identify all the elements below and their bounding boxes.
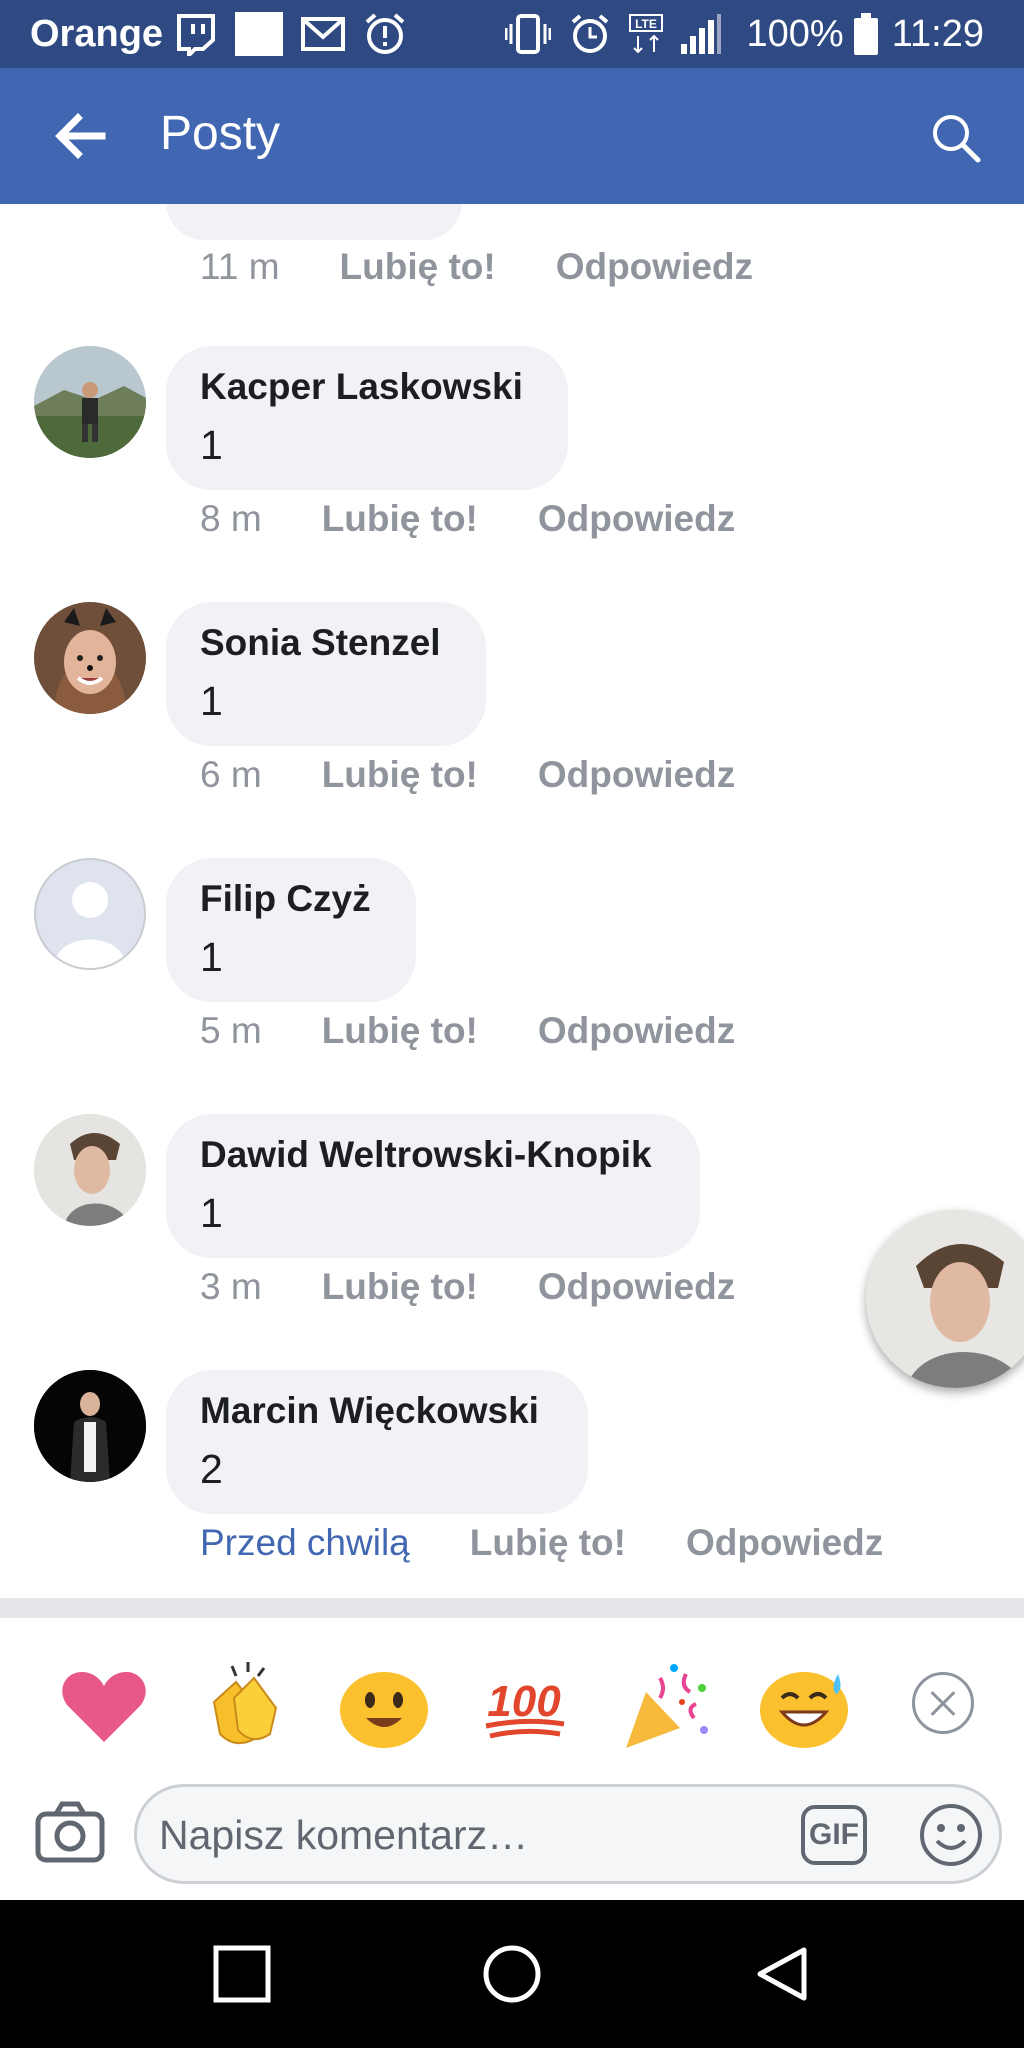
smiley-icon[interactable] <box>917 1801 985 1869</box>
like-button[interactable]: Lubię to! <box>470 1522 626 1564</box>
like-button[interactable]: Lubię to! <box>322 1010 478 1052</box>
comment-item: Dawid Weltrowski-Knopik 1 3 m Lubię to! … <box>0 1114 1024 1370</box>
avatar[interactable] <box>34 602 146 714</box>
comment-meta: 8 m Lubię to! Odpowiedz <box>200 498 735 540</box>
reply-button[interactable]: Odpowiedz <box>538 754 735 796</box>
white-square-icon <box>235 10 284 58</box>
twitch-icon <box>175 12 217 56</box>
comment-time: 6 m <box>200 754 262 795</box>
clapping-hands-emoji[interactable] <box>196 1658 292 1754</box>
reply-button[interactable]: Odpowiedz <box>538 1266 735 1308</box>
heart-emoji[interactable] <box>56 1658 152 1754</box>
recent-apps-button[interactable] <box>210 1942 274 2006</box>
comment-item: Marcin Więckowski 2 Przed chwilą Lubię t… <box>0 1370 1024 1598</box>
reply-button[interactable]: Odpowiedz <box>538 498 735 540</box>
search-icon[interactable] <box>930 112 982 164</box>
comment-item: Sonia Stenzel 1 6 m Lubię to! Odpowiedz <box>0 602 1024 858</box>
comments-list[interactable]: 11 m Lubię to! Odpowiedz Kacper Laskowsk… <box>0 204 1024 1598</box>
home-button[interactable] <box>480 1942 544 2006</box>
like-button[interactable]: Lubię to! <box>340 246 496 288</box>
comment-input-container: GIF <box>134 1784 1002 1884</box>
avatar[interactable] <box>34 858 146 970</box>
comment-text: 1 <box>200 1190 223 1236</box>
avatar[interactable] <box>34 1114 146 1226</box>
svg-text:100: 100 <box>487 1677 561 1726</box>
comment-bubble: Kacper Laskowski 1 <box>166 346 568 490</box>
comment-item: Kacper Laskowski 1 8 m Lubię to! Odpowie… <box>0 346 1024 602</box>
comment-author[interactable]: Marcin Więckowski <box>200 1390 539 1432</box>
party-popper-emoji[interactable] <box>616 1658 712 1754</box>
gmail-icon <box>301 17 346 51</box>
comment-input[interactable] <box>157 1801 721 1869</box>
like-button[interactable]: Lubię to! <box>322 754 478 796</box>
grinning-sweat-emoji[interactable] <box>756 1658 852 1754</box>
battery-percent: 100% <box>746 12 844 55</box>
signal-icon <box>680 14 721 54</box>
comment-meta: 6 m Lubię to! Odpowiedz <box>200 754 735 796</box>
lte-icon: LTE <box>628 14 663 54</box>
comment-author[interactable]: Dawid Weltrowski-Knopik <box>200 1134 652 1176</box>
vibrate-icon <box>504 14 551 54</box>
comment-text: 2 <box>200 1446 223 1492</box>
comment-text: 1 <box>200 678 223 724</box>
comment-time: 8 m <box>200 498 262 539</box>
carrier-name: Orange <box>30 12 164 55</box>
alarm-warning-icon <box>363 12 407 56</box>
comment-time: 11 m <box>200 246 280 287</box>
comment-meta-partial: 11 m Lubię to! Odpowiedz <box>200 246 753 288</box>
status-bar: Orange LTE 100% 11:29 <box>0 0 1024 68</box>
comment-author[interactable]: Filip Czyż <box>200 878 371 920</box>
smiling-face-emoji[interactable] <box>336 1658 432 1754</box>
gif-button[interactable]: GIF <box>801 1805 867 1865</box>
avatar[interactable] <box>34 1370 146 1482</box>
comment-author[interactable]: Sonia Stenzel <box>200 622 441 664</box>
comment-time: 5 m <box>200 1010 262 1051</box>
comment-item: Filip Czyż 1 5 m Lubię to! Odpowiedz <box>0 858 1024 1114</box>
comment-bubble: Marcin Więckowski 2 <box>166 1370 588 1514</box>
comment-bubble: Sonia Stenzel 1 <box>166 602 486 746</box>
comment-author[interactable]: Kacper Laskowski <box>200 366 523 408</box>
comment-meta: 3 m Lubię to! Odpowiedz <box>200 1266 735 1308</box>
comment-bubble: Filip Czyż 1 <box>166 858 416 1002</box>
comment-meta: Przed chwilą Lubię to! Odpowiedz <box>200 1522 883 1564</box>
back-button[interactable] <box>750 1942 814 2006</box>
close-circle-icon[interactable] <box>912 1672 974 1734</box>
alarm-icon <box>569 13 611 55</box>
clock: 11:29 <box>891 12 984 55</box>
app-bar: Posty <box>0 68 1024 204</box>
comment-bubble: Dawid Weltrowski-Knopik 1 <box>166 1114 700 1258</box>
comment-bubble-partial <box>166 204 462 240</box>
comment-text: 1 <box>200 934 223 980</box>
avatar[interactable] <box>34 346 146 458</box>
comment-composer: GIF <box>0 1784 1024 1900</box>
divider <box>0 1598 1024 1618</box>
battery-icon <box>853 13 878 55</box>
reply-button[interactable]: Odpowiedz <box>556 246 753 288</box>
like-button[interactable]: Lubię to! <box>322 1266 478 1308</box>
comment-meta: 5 m Lubię to! Odpowiedz <box>200 1010 735 1052</box>
camera-icon[interactable] <box>34 1796 106 1868</box>
reply-button[interactable]: Odpowiedz <box>686 1522 883 1564</box>
svg-text:LTE: LTE <box>635 17 657 31</box>
comment-text: 1 <box>200 422 223 468</box>
page-title: Posty <box>160 107 281 160</box>
comment-time: 3 m <box>200 1266 262 1307</box>
like-button[interactable]: Lubię to! <box>322 498 478 540</box>
system-navigation-bar <box>0 1900 1024 2048</box>
emoji-quick-bar: 100 <box>0 1618 1024 1784</box>
arrow-left-icon[interactable] <box>52 108 108 164</box>
comment-time: Przed chwilą <box>200 1522 410 1563</box>
hundred-points-emoji[interactable]: 100 <box>476 1658 572 1754</box>
reply-button[interactable]: Odpowiedz <box>538 1010 735 1052</box>
